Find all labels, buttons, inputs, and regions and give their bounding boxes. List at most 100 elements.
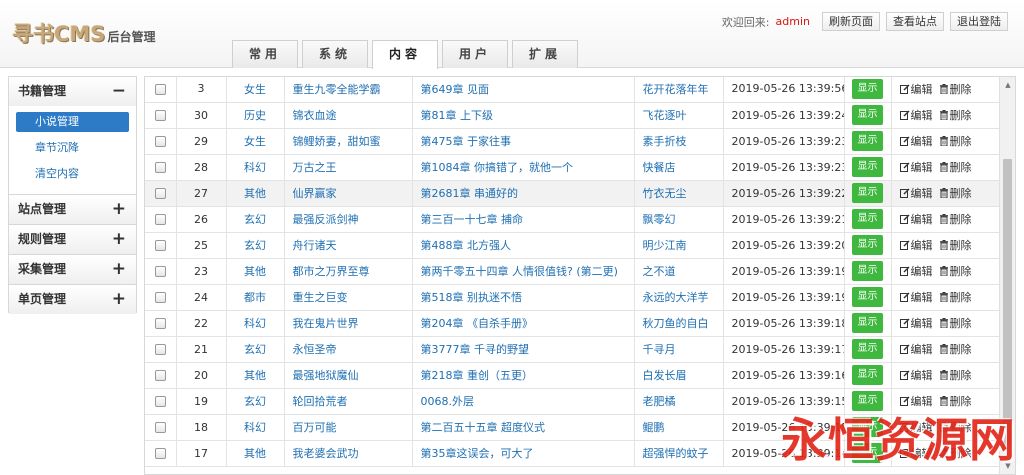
author-link[interactable]: 白发长眉 xyxy=(634,362,724,389)
sidebar-item-novel-management[interactable]: 小说管理 xyxy=(16,112,129,132)
delete-button[interactable]: 删除 xyxy=(939,133,972,149)
refresh-page-button[interactable]: 刷新页面 xyxy=(822,12,880,31)
delete-button[interactable]: 删除 xyxy=(939,289,972,305)
author-link[interactable]: 竹衣无尘 xyxy=(634,180,724,207)
row-checkbox[interactable] xyxy=(154,83,166,95)
show-button[interactable]: 显示 xyxy=(852,261,883,281)
author-link[interactable]: 超强悍的蚊子 xyxy=(634,440,724,467)
delete-button[interactable]: 删除 xyxy=(939,107,972,123)
show-button[interactable]: 显示 xyxy=(852,339,883,359)
book-name-link[interactable]: 重生之巨变 xyxy=(284,284,413,311)
latest-chapter-link[interactable]: 第204章 《自杀手册》 xyxy=(412,310,635,337)
row-checkbox[interactable] xyxy=(154,110,166,121)
view-site-button[interactable]: 查看站点 xyxy=(886,12,944,31)
row-checkbox[interactable] xyxy=(154,240,166,251)
sidebar-group-header-books[interactable]: 书籍管理 − xyxy=(9,77,136,106)
author-link[interactable]: 老肥橘 xyxy=(634,388,724,415)
sidebar-item-clear-content[interactable]: 清空内容 xyxy=(9,164,136,190)
delete-button[interactable]: 删除 xyxy=(939,367,972,383)
delete-button[interactable]: 删除 xyxy=(939,315,972,331)
book-category[interactable]: 其他 xyxy=(226,180,285,207)
book-category[interactable]: 科幻 xyxy=(226,154,285,181)
book-name-link[interactable]: 仙界赢家 xyxy=(284,180,413,207)
delete-button[interactable]: 删除 xyxy=(939,263,972,279)
book-name-link[interactable]: 最强地狱魔仙 xyxy=(284,362,413,389)
edit-button[interactable]: 编辑 xyxy=(899,185,933,201)
delete-button[interactable]: 删除 xyxy=(939,159,972,175)
scroll-up-icon[interactable]: ▲ xyxy=(1000,78,1015,92)
row-checkbox[interactable] xyxy=(154,370,166,381)
row-checkbox[interactable] xyxy=(154,292,166,303)
row-checkbox[interactable] xyxy=(154,136,166,147)
book-name-link[interactable]: 百万可能 xyxy=(284,414,413,441)
book-category[interactable]: 都市 xyxy=(226,284,285,311)
row-checkbox[interactable] xyxy=(154,214,166,225)
row-checkbox[interactable] xyxy=(154,162,166,173)
author-link[interactable]: 千寻月 xyxy=(634,336,724,363)
book-category[interactable]: 历史 xyxy=(226,102,285,129)
book-category[interactable]: 其他 xyxy=(226,258,285,285)
book-name-link[interactable]: 我老婆会武功 xyxy=(284,440,413,467)
logout-button[interactable]: 退出登陆 xyxy=(950,12,1008,31)
latest-chapter-link[interactable]: 0068.外层 xyxy=(412,388,635,415)
edit-button[interactable]: 编辑 xyxy=(899,341,933,357)
delete-button[interactable]: 删除 xyxy=(939,341,972,357)
book-name-link[interactable]: 锦鲤娇妻，甜如蜜 xyxy=(284,128,413,155)
book-name-link[interactable]: 我在鬼片世界 xyxy=(284,310,413,337)
author-link[interactable]: 素手折枝 xyxy=(634,128,724,155)
book-category[interactable]: 其他 xyxy=(226,440,285,467)
author-link[interactable]: 飘零幻 xyxy=(634,206,724,233)
book-name-link[interactable]: 都市之万界至尊 xyxy=(284,258,413,285)
edit-button[interactable]: 编辑 xyxy=(899,159,933,175)
show-button[interactable]: 显示 xyxy=(852,365,883,385)
author-link[interactable]: 之不道 xyxy=(634,258,724,285)
expand-icon[interactable]: + xyxy=(112,195,126,224)
tab-system[interactable]: 系统 xyxy=(302,40,368,68)
delete-button[interactable]: 删除 xyxy=(939,211,972,227)
book-category[interactable]: 其他 xyxy=(226,362,285,389)
tab-content[interactable]: 内容 xyxy=(372,40,438,69)
expand-icon[interactable]: + xyxy=(112,285,126,314)
book-category[interactable]: 女生 xyxy=(226,77,285,103)
book-name-link[interactable]: 舟行诸天 xyxy=(284,232,413,259)
show-button[interactable]: 显示 xyxy=(852,183,883,203)
author-link[interactable]: 花开花落年年 xyxy=(634,77,724,103)
latest-chapter-link[interactable]: 第81章 上下级 xyxy=(412,102,635,129)
sidebar-group-header-pages[interactable]: 单页管理 + xyxy=(9,285,136,314)
row-checkbox[interactable] xyxy=(154,422,166,433)
sidebar-group-header-rules[interactable]: 规则管理 + xyxy=(9,225,136,254)
row-checkbox[interactable] xyxy=(154,344,166,355)
edit-button[interactable]: 编辑 xyxy=(899,289,933,305)
row-checkbox[interactable] xyxy=(154,396,166,407)
row-checkbox[interactable] xyxy=(154,188,166,199)
show-button[interactable]: 显示 xyxy=(852,287,883,307)
author-link[interactable]: 明少江南 xyxy=(634,232,724,259)
edit-button[interactable]: 编辑 xyxy=(899,107,933,123)
book-name-link[interactable]: 轮回拾荒者 xyxy=(284,388,413,415)
book-name-link[interactable]: 锦衣血途 xyxy=(284,102,413,129)
row-checkbox[interactable] xyxy=(154,448,166,459)
latest-chapter-link[interactable]: 第三百一十七章 捕命 xyxy=(412,206,635,233)
delete-button[interactable]: 删除 xyxy=(939,185,972,201)
book-name-link[interactable]: 最强反派剑神 xyxy=(284,206,413,233)
row-checkbox[interactable] xyxy=(154,318,166,329)
book-category[interactable]: 女生 xyxy=(226,128,285,155)
expand-icon[interactable]: + xyxy=(112,225,126,254)
admin-username[interactable]: admin xyxy=(776,15,810,28)
book-category[interactable]: 玄幻 xyxy=(226,336,285,363)
scrollbar-thumb[interactable] xyxy=(1003,159,1012,445)
latest-chapter-link[interactable]: 第35章这误会，可大了 xyxy=(412,440,635,467)
latest-chapter-link[interactable]: 第475章 于家往事 xyxy=(412,128,635,155)
collapse-icon[interactable]: − xyxy=(112,77,126,106)
sidebar-group-header-sites[interactable]: 站点管理 + xyxy=(9,195,136,224)
latest-chapter-link[interactable]: 第2681章 串通好的 xyxy=(412,180,635,207)
show-button[interactable]: 显示 xyxy=(852,157,883,177)
latest-chapter-link[interactable]: 第两千零五十四章 人情很值钱? (第二更) xyxy=(412,258,635,285)
book-name-link[interactable]: 永恒圣帝 xyxy=(284,336,413,363)
edit-button[interactable]: 编辑 xyxy=(899,81,933,97)
row-checkbox[interactable] xyxy=(154,266,166,277)
edit-button[interactable]: 编辑 xyxy=(899,315,933,331)
book-category[interactable]: 玄幻 xyxy=(226,232,285,259)
book-category[interactable]: 玄幻 xyxy=(226,388,285,415)
expand-icon[interactable]: + xyxy=(112,255,126,284)
